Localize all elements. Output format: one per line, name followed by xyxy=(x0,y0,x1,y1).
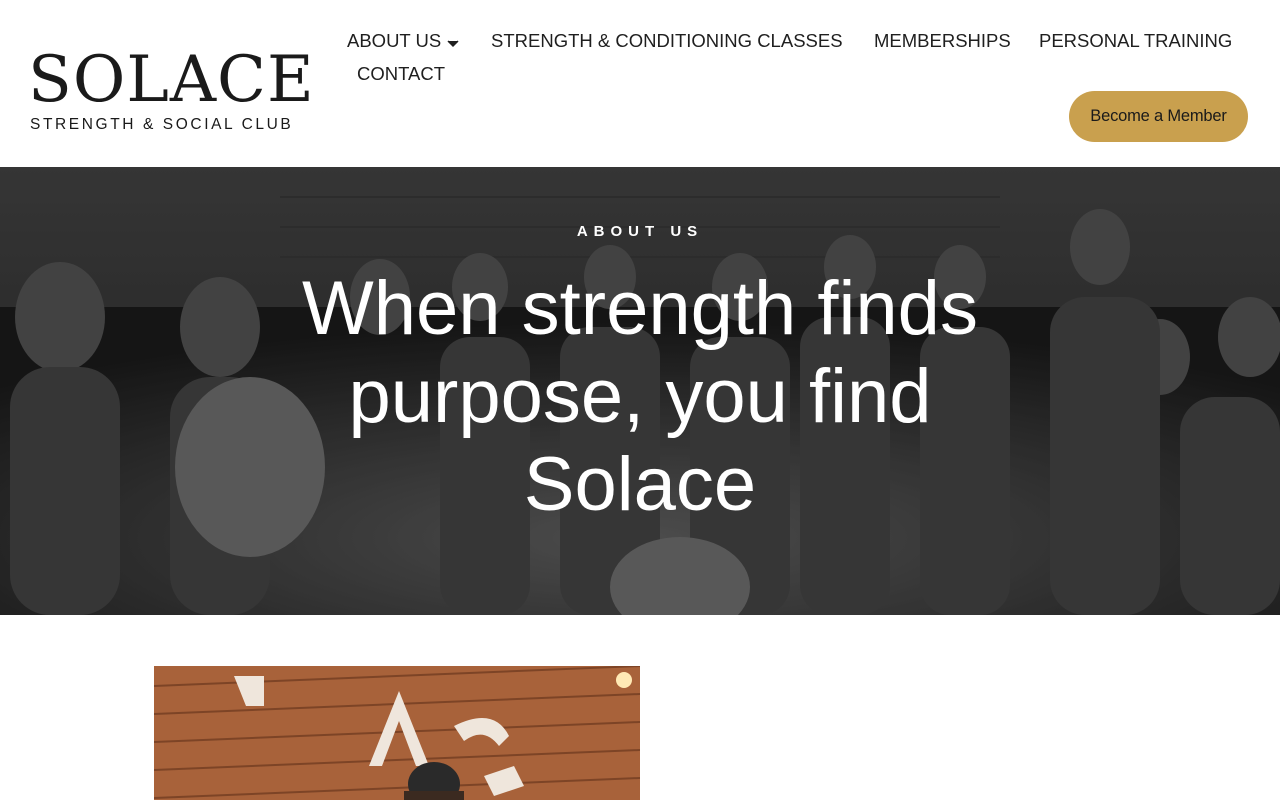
logo-tagline: STRENGTH & SOCIAL CLUB xyxy=(30,116,294,133)
nav-item-strength-conditioning-classes[interactable]: STRENGTH & CONDITIONING CLASSES xyxy=(491,30,843,52)
nav-item-memberships[interactable]: MEMBERSHIPS xyxy=(874,30,1011,52)
nav-item-personal-training[interactable]: PERSONAL TRAINING xyxy=(1039,30,1232,52)
logo-wordmark: SOLACE xyxy=(28,43,315,117)
become-member-button[interactable]: Become a Member xyxy=(1069,91,1248,142)
site-header: SOLACE STRENGTH & SOCIAL CLUB ABOUT US S… xyxy=(0,0,1280,167)
hero-eyebrow: ABOUT US xyxy=(576,223,704,240)
chevron-down-icon xyxy=(447,31,459,53)
hero-section: ABOUT US When strength finds purpose, yo… xyxy=(0,167,1280,615)
nav-item-about-us[interactable]: ABOUT US xyxy=(347,30,459,53)
nav-item-contact[interactable]: CONTACT xyxy=(357,63,445,85)
about-image xyxy=(154,666,640,800)
hero-title: When strength finds purpose, you find So… xyxy=(302,266,978,527)
site-logo[interactable]: SOLACE STRENGTH & SOCIAL CLUB xyxy=(28,48,328,138)
nav-item-label: ABOUT US xyxy=(347,30,442,51)
